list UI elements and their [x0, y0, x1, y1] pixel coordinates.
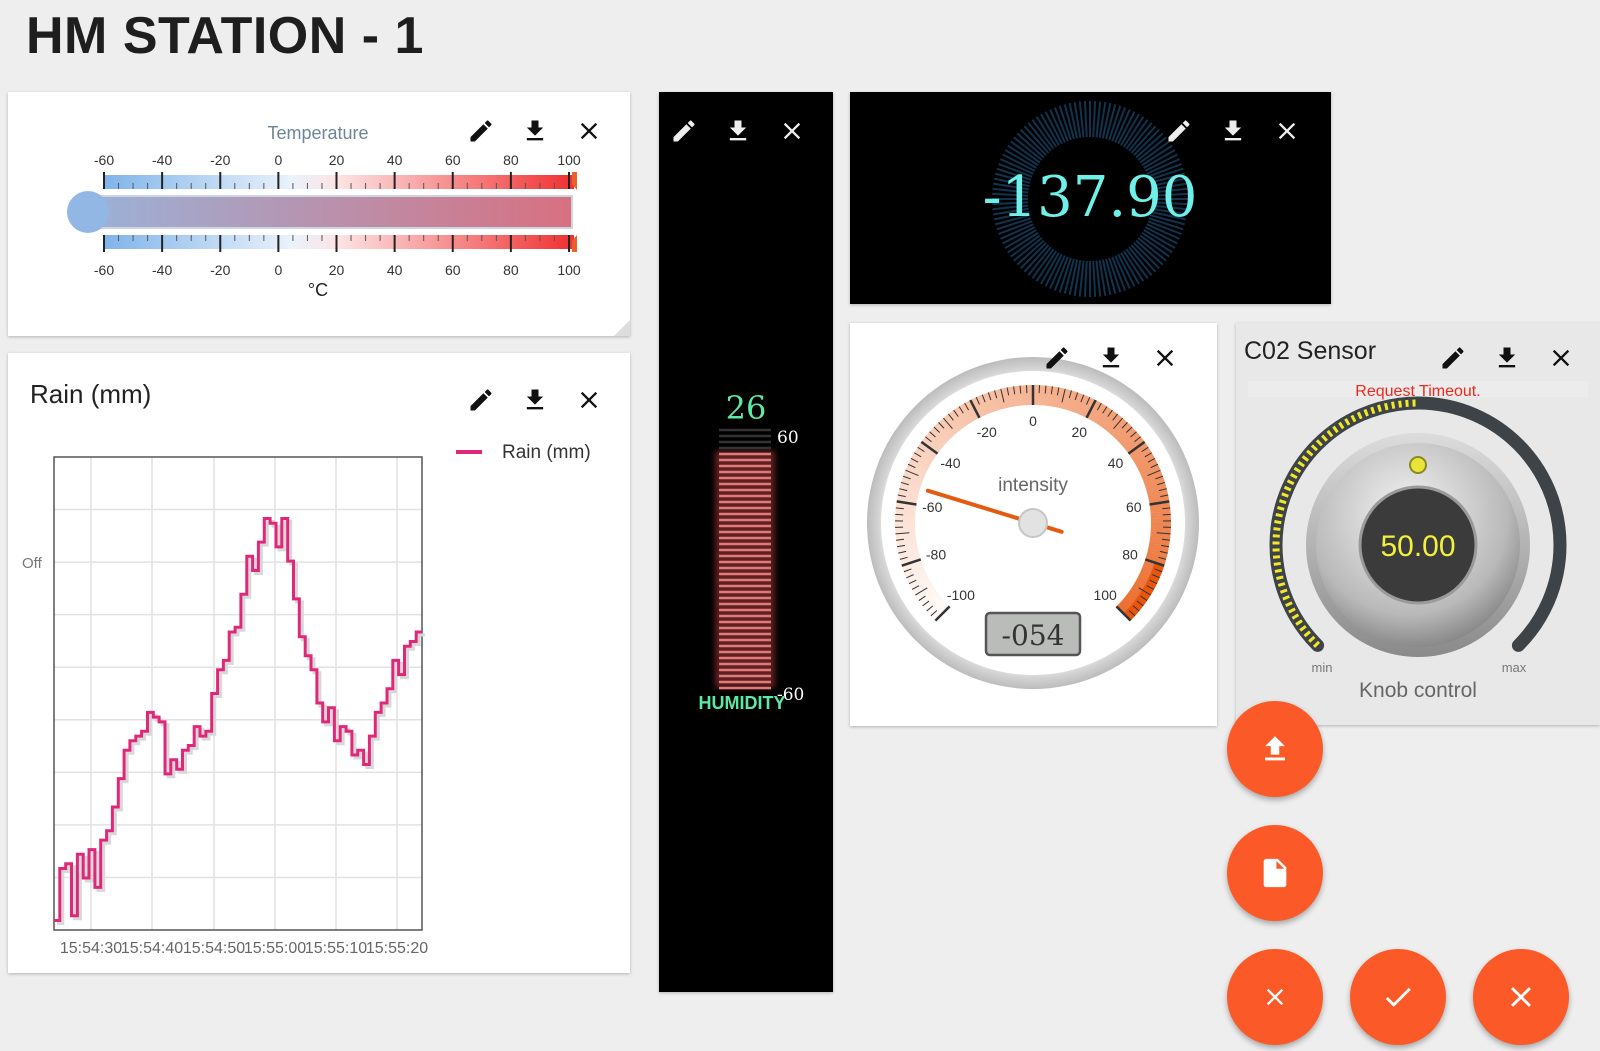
rain-card: Rain (mm) Off 15:54:30 15:54:40 15:54:50 15…	[8, 353, 630, 973]
co2-knob[interactable]: Request Timeout. 50.00 min max Knob cont…	[1236, 323, 1600, 725]
rain-x-tick-label: 15:54:50	[183, 940, 245, 957]
file-icon	[1263, 858, 1287, 888]
temp-tick-label-top: 60	[445, 152, 461, 168]
temp-tick-label-top: -40	[152, 152, 172, 168]
file-fab[interactable]	[1227, 825, 1323, 921]
rain-y-label: Off	[22, 555, 43, 572]
cancel-fab[interactable]	[1227, 949, 1323, 1045]
download-icon[interactable]	[1216, 114, 1250, 148]
temp-tick-label-bottom: 0	[274, 262, 282, 278]
close-fab[interactable]	[1473, 949, 1569, 1045]
digital-card: -137.90	[850, 92, 1331, 304]
intensity-tick-label: -80	[926, 547, 946, 563]
rain-x-tick-label: 15:55:00	[244, 940, 306, 957]
temperature-unit: °C	[308, 280, 328, 300]
close-icon[interactable]	[1148, 341, 1182, 375]
temp-tick-label-bottom: -20	[210, 262, 230, 278]
intensity-readout: -054	[1002, 619, 1065, 652]
edit-icon[interactable]	[1040, 341, 1074, 375]
temp-tick-label-bottom: 60	[445, 262, 461, 278]
intensity-tick-label: -20	[977, 424, 997, 440]
upload-icon	[1265, 736, 1285, 761]
humidity-max-label: 60	[777, 428, 799, 448]
temp-tick-label-bottom: 80	[503, 262, 519, 278]
intensity-tick-label: 40	[1108, 455, 1124, 471]
check-icon	[1385, 987, 1411, 1007]
temp-tick-label-bottom: 100	[557, 262, 581, 278]
intensity-tick-label: 100	[1093, 587, 1117, 603]
temp-tick-label-bottom: -60	[94, 262, 114, 278]
knob-caption: Knob control	[1359, 679, 1477, 702]
close-icon[interactable]	[572, 114, 606, 148]
intensity-tick-label: -60	[922, 499, 942, 515]
intensity-label: intensity	[998, 475, 1068, 496]
temp-tick-label-top: 80	[503, 152, 519, 168]
digital-value: -137.90	[983, 165, 1198, 230]
temp-tick-label-top: 20	[329, 152, 345, 168]
download-icon[interactable]	[518, 114, 552, 148]
humidity-bar: 26 60 -60 HUMIDITY	[699, 389, 805, 713]
close-icon[interactable]	[1270, 114, 1304, 148]
co2-card: C02 Sensor Request Timeout. 50.00 min ma…	[1236, 323, 1600, 725]
rain-legend-label: Rain (mm)	[502, 442, 591, 463]
intensity-tick-label: 60	[1126, 499, 1142, 515]
humidity-label: HUMIDITY	[699, 693, 786, 713]
humidity-value: 26	[726, 389, 767, 427]
temp-tick-label-top: 40	[387, 152, 403, 168]
temp-tick-label-bottom: 40	[387, 262, 403, 278]
rain-x-tick-label: 15:55:10	[305, 940, 367, 957]
rain-x-tick-label: 15:54:30	[60, 940, 122, 957]
temp-tick-label-top: 0	[274, 152, 282, 168]
intensity-tick-label: -100	[947, 587, 975, 603]
edit-icon[interactable]	[464, 114, 498, 148]
intensity-tick-label: 80	[1122, 547, 1138, 563]
knob-value: 50.00	[1380, 530, 1455, 563]
close-icon	[1511, 987, 1531, 1007]
temp-tick-label-top: 100	[557, 152, 581, 168]
temp-tick-label-top: -60	[94, 152, 114, 168]
intensity-tick-label: -40	[940, 455, 960, 471]
humidity-card: 26 60 -60 HUMIDITY	[659, 92, 833, 992]
rain-x-tick-label: 15:55:20	[366, 940, 428, 957]
download-icon[interactable]	[1094, 341, 1128, 375]
edit-icon[interactable]	[1162, 114, 1196, 148]
intensity-tick-label: 20	[1072, 424, 1088, 440]
intensity-gauge: -100 -80 -60 -40 -20 0 20 40 60 80 100 intensity -…	[867, 357, 1199, 689]
upload-fab[interactable]	[1227, 701, 1323, 797]
knob-max-label: max	[1502, 660, 1527, 675]
temp-tick-label-bottom: -40	[152, 262, 172, 278]
temp-tick-label-bottom: 20	[329, 262, 345, 278]
rain-chart: Off 15:54:3015:54:40 15:54:5015:55:0015:5…	[22, 442, 591, 957]
close-icon	[1266, 988, 1284, 1006]
page-title: HM STATION - 1	[26, 7, 424, 65]
temperature-card: Temperature -60 -60 -40 -40 -20 -20 0 0 20 20 40 40…	[8, 92, 630, 336]
knob-min-label: min	[1312, 660, 1333, 675]
rain-x-tick-label: 15:54:40	[121, 940, 183, 957]
temp-tick-label-top: -20	[210, 152, 230, 168]
intensity-tick-label: 0	[1029, 413, 1037, 429]
temperature-title: Temperature	[267, 123, 368, 143]
intensity-card: -100 -80 -60 -40 -20 0 20 40 60 80 100 intensity -…	[850, 323, 1217, 726]
confirm-fab[interactable]	[1350, 949, 1446, 1045]
